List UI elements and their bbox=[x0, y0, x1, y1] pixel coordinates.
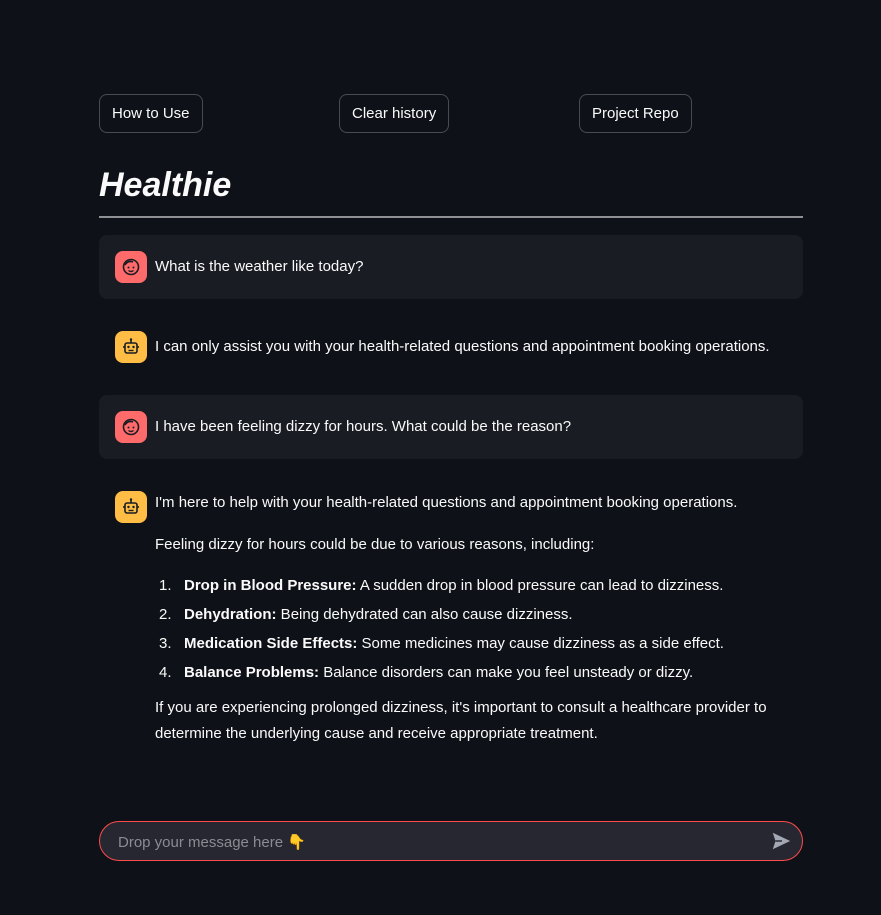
list-item-text: A sudden drop in blood pressure can lead… bbox=[356, 577, 724, 594]
message-intro: I'm here to help with your health-relate… bbox=[155, 494, 738, 511]
list-item-text: Balance disorders can make you feel unst… bbox=[319, 664, 694, 681]
assistant-message: I'm here to help with your health-relate… bbox=[99, 475, 803, 775]
face-icon bbox=[122, 258, 140, 276]
list-item-number: 1. bbox=[159, 577, 172, 594]
project-repo-button[interactable]: Project Repo bbox=[579, 94, 692, 133]
page-title: Healthie bbox=[99, 166, 232, 204]
list-item-title: Drop in Blood Pressure: bbox=[184, 577, 357, 594]
message-outro: If you are experiencing prolonged dizzin… bbox=[155, 699, 767, 742]
face-icon bbox=[122, 418, 140, 436]
message-text: I have been feeling dizzy for hours. Wha… bbox=[155, 418, 572, 435]
list-item: 2. Dehydration: Being dehydrated can als… bbox=[155, 605, 787, 634]
user-message: What is the weather like today? bbox=[99, 235, 803, 299]
app: How to Use Clear history Project Repo He… bbox=[0, 0, 881, 915]
robot-icon bbox=[123, 498, 139, 514]
list-item-text: Some medicines may cause dizziness as a … bbox=[357, 635, 724, 652]
send-icon[interactable] bbox=[770, 830, 792, 852]
assistant-message: I can only assist you with your health-r… bbox=[99, 315, 803, 379]
user-message: I have been feeling dizzy for hours. Wha… bbox=[99, 395, 803, 459]
list-item-title: Medication Side Effects: bbox=[184, 635, 358, 652]
list-item-number: 3. bbox=[159, 635, 172, 652]
list-item-number: 2. bbox=[159, 606, 172, 623]
message-lead: Feeling dizzy for hours could be due to … bbox=[155, 536, 595, 553]
list-item-title: Balance Problems: bbox=[184, 664, 320, 681]
list-item: 3. Medication Side Effects: Some medicin… bbox=[155, 634, 787, 663]
message-text: I can only assist you with your health-r… bbox=[155, 338, 770, 355]
message-text: What is the weather like today? bbox=[155, 258, 364, 275]
list-item-number: 4. bbox=[159, 664, 172, 681]
clear-history-button[interactable]: Clear history bbox=[339, 94, 450, 133]
chat-input[interactable] bbox=[116, 822, 760, 862]
robot-icon bbox=[123, 338, 139, 354]
user-avatar bbox=[115, 251, 147, 283]
list-item-text: Being dehydrated can also cause dizzines… bbox=[276, 606, 573, 623]
title-divider bbox=[99, 216, 803, 218]
reasons-list: 1. Drop in Blood Pressure: A sudden drop… bbox=[155, 576, 787, 692]
assistant-avatar bbox=[115, 331, 147, 363]
list-item-title: Dehydration: bbox=[184, 606, 277, 623]
assistant-avatar bbox=[115, 491, 147, 523]
user-avatar bbox=[115, 411, 147, 443]
list-item: 4. Balance Problems: Balance disorders c… bbox=[155, 663, 787, 692]
list-item: 1. Drop in Blood Pressure: A sudden drop… bbox=[155, 576, 787, 605]
chat-input-box bbox=[99, 821, 803, 862]
how-to-use-button[interactable]: How to Use bbox=[99, 94, 203, 133]
